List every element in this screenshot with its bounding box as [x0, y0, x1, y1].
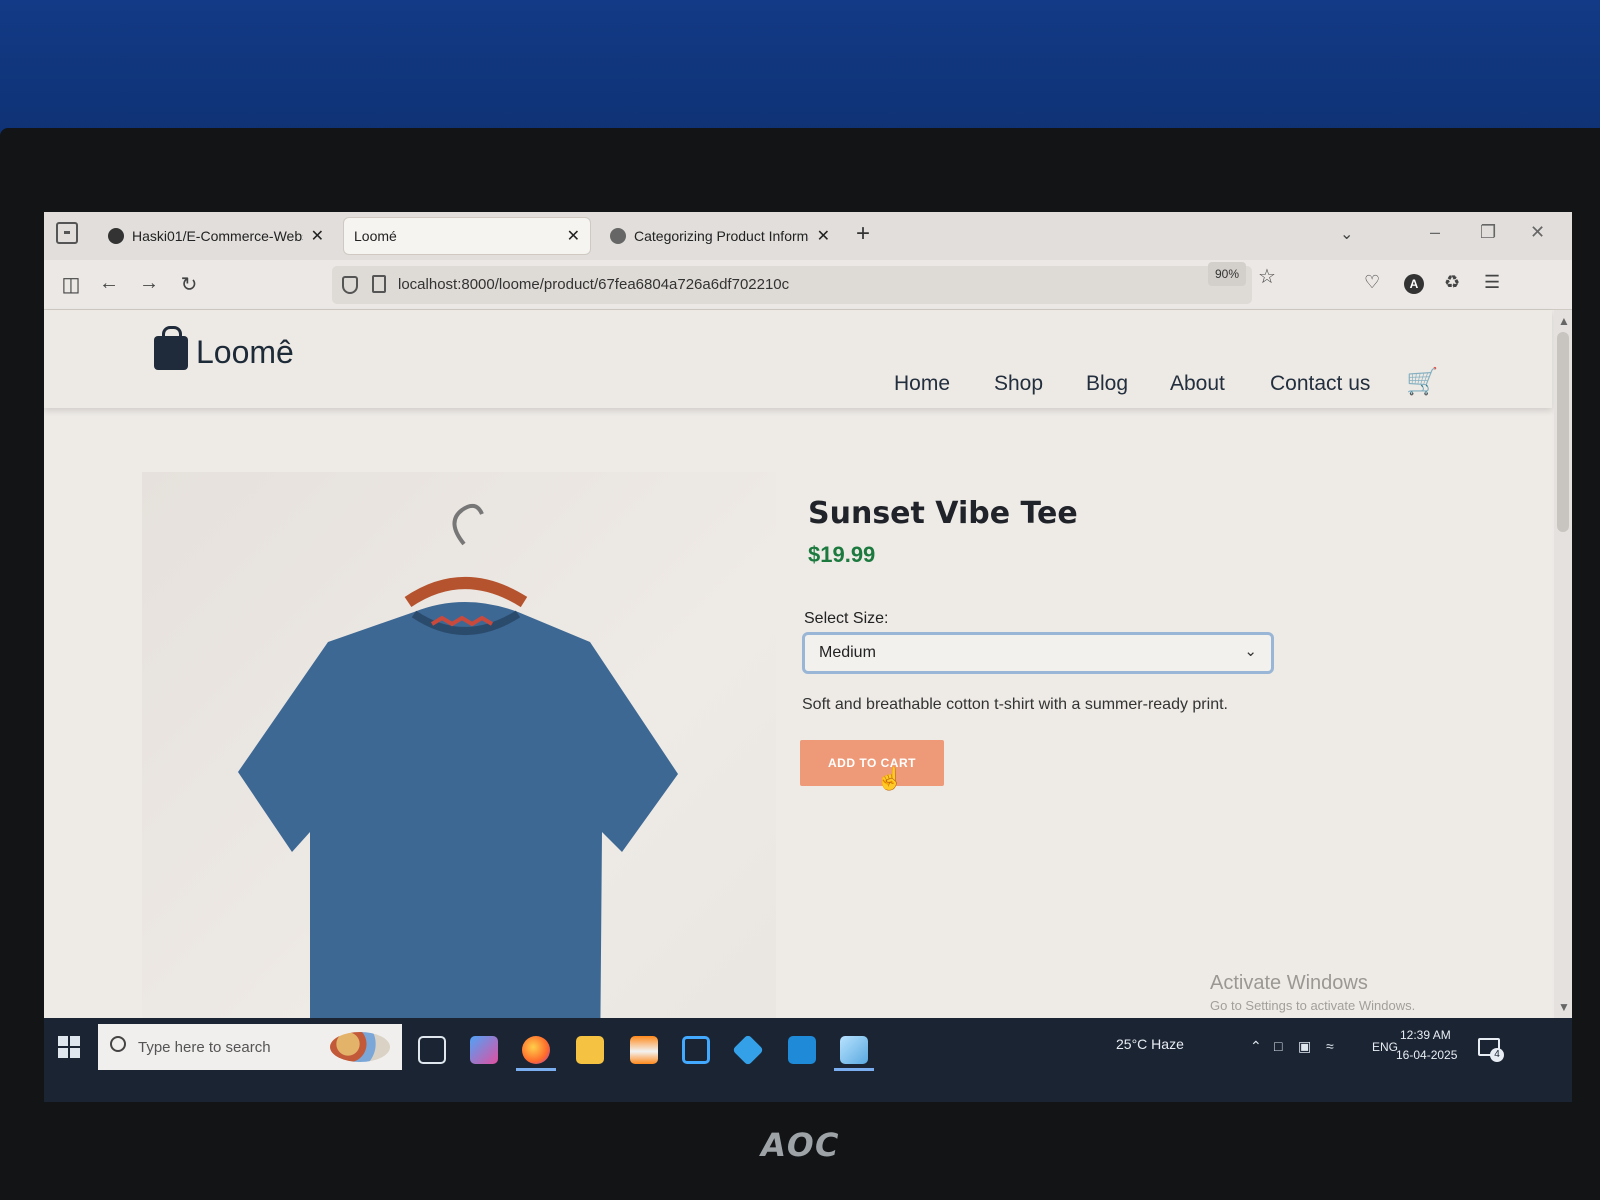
- size-select[interactable]: Medium ⌄: [802, 632, 1274, 674]
- search-highlight-icon: [330, 1032, 390, 1062]
- vscode-icon[interactable]: [788, 1036, 816, 1064]
- back-icon[interactable]: ←: [96, 272, 122, 295]
- virtualbox-icon[interactable]: [682, 1036, 710, 1064]
- notepad-icon[interactable]: [840, 1036, 868, 1064]
- product-description: Soft and breathable cotton t-shirt with …: [802, 696, 1228, 713]
- product-price: $19.99: [808, 542, 876, 567]
- tab-title: Loomé: [354, 228, 397, 244]
- globe-icon: [610, 228, 626, 244]
- notification-count: 4: [1490, 1048, 1504, 1062]
- size-value: Medium: [819, 644, 876, 661]
- pocket-icon[interactable]: ♡: [1364, 272, 1380, 293]
- close-icon[interactable]: ✕: [817, 226, 830, 246]
- tab-loome[interactable]: Loomé ✕: [344, 218, 590, 254]
- close-icon[interactable]: ✕: [311, 226, 324, 246]
- chevron-down-icon[interactable]: ⌄: [1340, 224, 1353, 244]
- scroll-down-icon[interactable]: ▼: [1558, 1000, 1570, 1014]
- t-shirt-icon: [238, 503, 678, 1072]
- tab-list-icon[interactable]: [56, 222, 78, 244]
- search-placeholder[interactable]: Type here to search: [138, 1039, 271, 1056]
- minimize-icon[interactable]: –: [1430, 222, 1440, 243]
- windows-start-icon[interactable]: [58, 1036, 80, 1058]
- nav-contact[interactable]: Contact us: [1270, 372, 1370, 396]
- monitor-brand-logo: AOC: [757, 1126, 843, 1164]
- sourcetree-icon[interactable]: [732, 1034, 764, 1066]
- restore-icon[interactable]: ❐: [1480, 222, 1496, 243]
- tab-github[interactable]: Haski01/E-Commerce-Webside ✕: [98, 218, 334, 254]
- tab-title: Haski01/E-Commerce-Webside: [132, 228, 303, 244]
- chevron-up-icon[interactable]: ⌃: [1250, 1038, 1262, 1055]
- cart-icon[interactable]: 🛒: [1406, 366, 1438, 397]
- size-label: Select Size:: [804, 610, 889, 627]
- scroll-thumb[interactable]: [1557, 332, 1569, 532]
- close-icon[interactable]: ✕: [567, 226, 580, 246]
- file-explorer-icon[interactable]: [576, 1036, 604, 1064]
- clock-date[interactable]: 16-04-2025: [1396, 1048, 1457, 1062]
- meet-now-icon[interactable]: □: [1274, 1038, 1282, 1054]
- address-bar[interactable]: localhost:8000/loome/product/67fea6804a7…: [332, 266, 1252, 304]
- active-app-indicator: [834, 1068, 874, 1071]
- sidebar-icon[interactable]: ◫: [58, 272, 84, 297]
- screen: Haski01/E-Commerce-Webside ✕ Loomé ✕ Cat…: [44, 212, 1572, 1102]
- url-text[interactable]: localhost:8000/loome/product/67fea6804a7…: [398, 276, 789, 293]
- chevron-down-icon: ⌄: [1244, 643, 1257, 660]
- taskbar-search[interactable]: Type here to search: [98, 1024, 402, 1070]
- page-info-icon[interactable]: [372, 275, 386, 293]
- zoom-level[interactable]: 90%: [1208, 262, 1246, 286]
- taskbar: Type here to search 25°C Haze ⌃ □ ▣ ≈ EN…: [44, 1018, 1572, 1102]
- tab-categorizing[interactable]: Categorizing Product Informatic ✕: [600, 218, 840, 254]
- nav-about[interactable]: About: [1170, 372, 1225, 396]
- site-logo[interactable]: Loomê: [196, 334, 294, 371]
- shield-icon[interactable]: [342, 276, 358, 294]
- hand-cursor-icon: ☝: [876, 766, 904, 791]
- add-to-cart-button[interactable]: ADD TO CART: [800, 740, 944, 786]
- wifi-icon[interactable]: ≈: [1326, 1038, 1334, 1054]
- display-icon[interactable]: ▣: [1298, 1038, 1311, 1055]
- nav-shop[interactable]: Shop: [994, 372, 1043, 396]
- active-app-indicator: [516, 1068, 556, 1071]
- new-tab-button[interactable]: +: [856, 220, 870, 248]
- task-view-icon[interactable]: [418, 1036, 446, 1064]
- bookmark-star-icon[interactable]: ☆: [1258, 264, 1276, 289]
- page-scrollbar[interactable]: ▲ ▼: [1554, 310, 1572, 1018]
- product-title: Sunset Vibe Tee: [808, 496, 1078, 531]
- nav-home[interactable]: Home: [894, 372, 950, 396]
- language-indicator[interactable]: ENG: [1372, 1040, 1398, 1054]
- github-icon: [108, 228, 124, 244]
- close-window-icon[interactable]: ✕: [1530, 222, 1545, 243]
- search-icon: [110, 1036, 126, 1052]
- navigation-bar: ◫ ← → ↻ localhost:8000/loome/product/67f…: [44, 260, 1572, 310]
- activate-windows-title: Activate Windows: [1210, 972, 1368, 994]
- shopping-bag-icon[interactable]: [154, 326, 188, 370]
- web-page: Loomê Home Shop Blog About Contact us 🛒 …: [44, 310, 1552, 1072]
- forward-icon[interactable]: →: [136, 272, 162, 295]
- product-image: [142, 472, 776, 1072]
- vlc-icon[interactable]: [630, 1036, 658, 1064]
- tab-title: Categorizing Product Informatic: [634, 228, 809, 244]
- menu-icon[interactable]: ☰: [1484, 272, 1500, 293]
- copilot-icon[interactable]: [470, 1036, 498, 1064]
- firefox-icon[interactable]: [522, 1036, 550, 1064]
- tab-strip: Haski01/E-Commerce-Webside ✕ Loomé ✕ Cat…: [44, 212, 1572, 260]
- scroll-up-icon[interactable]: ▲: [1558, 314, 1570, 328]
- nav-blog[interactable]: Blog: [1086, 372, 1128, 396]
- extensions-icon[interactable]: ♻: [1444, 272, 1460, 293]
- activate-windows-subtitle: Go to Settings to activate Windows.: [1210, 998, 1416, 1013]
- weather-text[interactable]: 25°C Haze: [1116, 1036, 1184, 1052]
- account-icon[interactable]: A: [1404, 274, 1424, 294]
- clock-time[interactable]: 12:39 AM: [1400, 1028, 1451, 1042]
- reload-icon[interactable]: ↻: [176, 272, 202, 297]
- site-header: Loomê Home Shop Blog About Contact us 🛒: [44, 310, 1552, 408]
